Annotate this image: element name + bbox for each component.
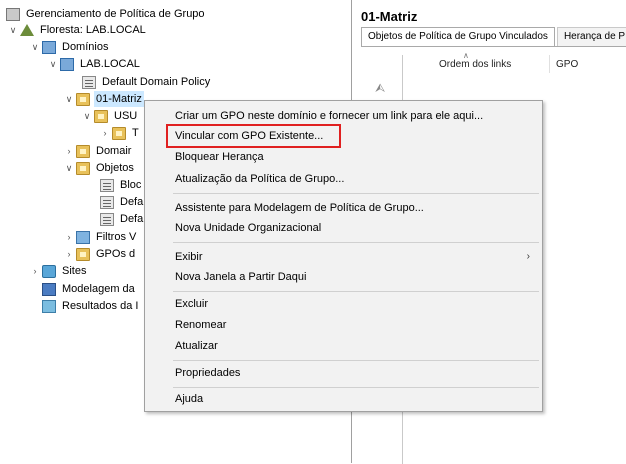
column-header-link-order[interactable]: Ordem dos links (439, 59, 511, 70)
chevron-down-icon[interactable]: ∨ (64, 160, 74, 176)
menu-item-link-existing-gpo[interactable]: Vincular com GPO Existente... (145, 125, 542, 147)
chevron-right-icon[interactable]: › (64, 246, 74, 262)
tree-item-domains[interactable]: ∨ Domínios (30, 39, 110, 55)
menu-separator (173, 360, 539, 361)
tab-strip: Objetos de Política de Grupo Vinculados … (361, 27, 626, 47)
starter-gpo-icon (76, 247, 90, 261)
organizational-unit-icon (94, 109, 108, 123)
wmi-filter-icon (76, 230, 90, 244)
results-icon (42, 299, 56, 313)
tree-item-label: Filtros V (96, 231, 137, 243)
organizational-unit-icon (112, 126, 126, 140)
tree-item-gpo[interactable]: Bloc (100, 177, 143, 193)
menu-item-group-policy-update[interactable]: Atualização da Política de Grupo... (145, 168, 542, 190)
tree-item-label: Objetos (96, 162, 134, 174)
chevron-right-icon[interactable]: › (64, 143, 74, 159)
tree-item-label: T (132, 127, 139, 139)
menu-item-new-ou[interactable]: Nova Unidade Organizacional (145, 217, 542, 239)
tree-item-forest[interactable]: ∨ Floresta: LAB.LOCAL (8, 22, 148, 38)
context-menu: Criar um GPO neste domínio e fornecer um… (144, 100, 543, 412)
gpo-icon (100, 212, 114, 226)
domains-icon (42, 40, 56, 54)
chevron-right-icon[interactable]: › (30, 263, 40, 279)
menu-separator (173, 193, 539, 194)
chevron-down-icon[interactable]: ∨ (8, 22, 18, 38)
menu-item-view[interactable]: Exibir › (145, 246, 542, 268)
chevron-down-icon[interactable]: ∨ (82, 108, 92, 124)
tree-item-label: LAB.LOCAL (80, 58, 140, 70)
tree-item-label: Domínios (62, 41, 109, 53)
tree-item-01-matriz[interactable]: ∨ 01-Matriz (64, 91, 144, 107)
tree-item-root[interactable]: Gerenciamento de Política de Grupo (6, 6, 207, 22)
chevron-down-icon[interactable]: ∨ (64, 91, 74, 107)
tree-item-label: Resultados da I (62, 300, 139, 312)
tree-item-modeling[interactable]: Modelagem da (42, 281, 137, 297)
sites-icon (42, 264, 56, 278)
chevron-right-icon: › (526, 251, 530, 262)
chevron-right-icon[interactable]: › (100, 125, 110, 141)
gpo-icon (100, 195, 114, 209)
menu-item-properties[interactable]: Propriedades (145, 362, 542, 384)
tree-item-domain[interactable]: ∨ LAB.LOCAL (48, 56, 142, 72)
domain-icon (60, 57, 74, 71)
menu-separator (173, 242, 539, 243)
gpo-link-icon (82, 75, 96, 89)
menu-item-label: Exibir (175, 251, 203, 263)
tree-item-label: Bloc (120, 179, 142, 191)
gpo-icon (100, 178, 114, 192)
tree-item-child-ou[interactable]: › T (100, 125, 141, 141)
column-header-gpo[interactable]: GPO (556, 59, 578, 70)
tree-item-label: Defa (120, 196, 144, 208)
menu-item-create-gpo[interactable]: Criar um GPO neste domínio e fornecer um… (145, 105, 542, 127)
organizational-unit-icon (76, 144, 90, 158)
tree-item-gpo[interactable]: Defa (100, 211, 145, 227)
tree-item-results[interactable]: Resultados da I (42, 298, 140, 314)
menu-item-refresh[interactable]: Atualizar (145, 335, 542, 357)
tree-item-domain-controllers[interactable]: › Domair (64, 143, 133, 159)
move-up-icon[interactable]: ⮙ (375, 81, 385, 96)
pane-title: 01-Matriz (361, 9, 418, 24)
column-divider[interactable] (549, 55, 550, 73)
menu-item-help[interactable]: Ajuda (145, 388, 542, 410)
group-policy-management-icon (6, 7, 20, 21)
gpo-container-icon (76, 161, 90, 175)
tree-item-label: Modelagem da (62, 283, 135, 295)
tree-item-label: GPOs d (96, 248, 136, 260)
tree-item-label: Gerenciamento de Política de Grupo (26, 8, 205, 20)
tree-item-label: Domair (96, 145, 132, 157)
menu-item-rename[interactable]: Renomear (145, 314, 542, 336)
tree-item-label: Default Domain Policy (102, 76, 211, 88)
chevron-down-icon[interactable]: ∨ (48, 56, 58, 72)
organizational-unit-icon (76, 92, 90, 106)
chevron-right-icon[interactable]: › (64, 229, 74, 245)
tree-item-usu[interactable]: ∨ USU (82, 108, 139, 124)
tree-item-wmi-filters[interactable]: › Filtros V (64, 229, 138, 245)
menu-item-block-inheritance[interactable]: Bloquear Herança (145, 146, 542, 168)
tree-item-label: Sites (62, 265, 87, 277)
menu-item-new-window[interactable]: Nova Janela a Partir Daqui (145, 266, 542, 288)
menu-separator (173, 291, 539, 292)
tree-item-gpo[interactable]: Defa (100, 194, 145, 210)
modeling-icon (42, 282, 56, 296)
tree-item-sites[interactable]: › Sites (30, 263, 88, 279)
tree-item-label: Floresta: LAB.LOCAL (40, 24, 146, 36)
menu-item-modeling-wizard[interactable]: Assistente para Modelagem de Política de… (145, 197, 542, 219)
tab-linked-gpos[interactable]: Objetos de Política de Grupo Vinculados (361, 27, 555, 47)
menu-item-delete[interactable]: Excluir (145, 293, 542, 315)
tree-item-default-domain-policy[interactable]: Default Domain Policy (82, 74, 212, 90)
tree-item-label: 01-Matriz (94, 91, 144, 107)
tree-item-starter-gpos[interactable]: › GPOs d (64, 246, 137, 262)
tree-item-gpo-objects[interactable]: ∨ Objetos (64, 160, 136, 176)
tab-inheritance[interactable]: Herança de P (556, 27, 626, 47)
tree-item-label: USU (114, 110, 138, 122)
chevron-down-icon[interactable]: ∨ (30, 39, 40, 55)
tree-item-label: Defa (120, 213, 144, 225)
forest-icon (20, 24, 34, 36)
